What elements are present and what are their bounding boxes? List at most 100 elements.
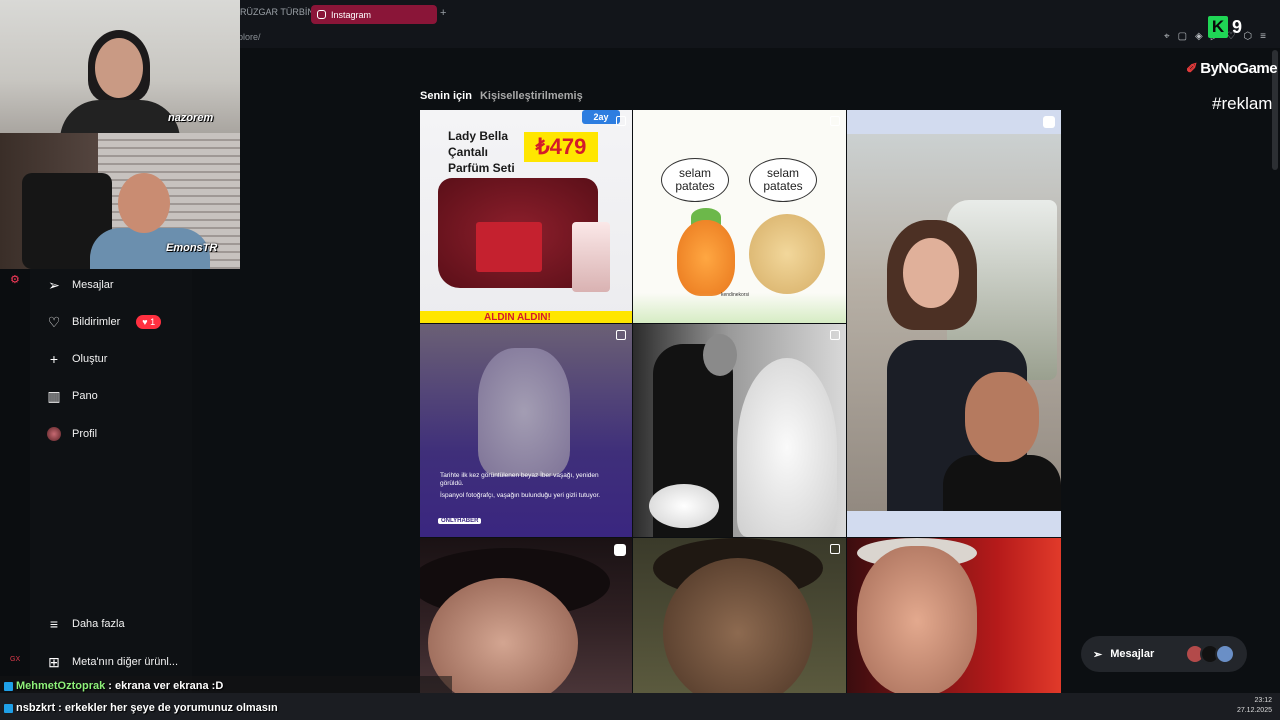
browser-tab-previous[interactable]: RÜZGAR TÜRBİN [240, 7, 314, 17]
settings-gear-icon[interactable]: ⚙ [10, 273, 20, 286]
reel-icon [1043, 116, 1055, 128]
post-tile-wedding[interactable] [633, 324, 846, 537]
sidebar-item-meta[interactable]: ⊞ Meta'nın diğer ürünl... [46, 654, 178, 670]
k-number: 9 [1232, 16, 1243, 37]
webcam-name-label: nazorem [168, 112, 214, 124]
message-avatars [1185, 644, 1235, 664]
webcam-streamer-1: nazorem [0, 0, 240, 133]
webcam-streamer-2: EmonsTR [0, 133, 240, 269]
groom-head [703, 334, 737, 376]
post-caption: Tarihte ilk kez görüntülenen beyaz İber … [440, 472, 610, 500]
face [857, 546, 977, 693]
promo-strip-text: ALDIN ALDIN! [484, 312, 551, 323]
carousel-icon [830, 116, 840, 126]
browser-sidebar-strip [0, 269, 30, 693]
perfume-box [476, 222, 542, 272]
webcam-face [95, 38, 143, 98]
menu-icon[interactable]: ≡ [1260, 31, 1266, 42]
messages-label: Mesajlar [1110, 648, 1155, 660]
perfume-bottle [572, 222, 610, 292]
webcam-name-label: EmonsTR [166, 242, 218, 254]
kick-icon [4, 703, 13, 713]
carousel-icon [830, 544, 840, 554]
kick-icon [4, 681, 13, 691]
apps-icon: ⊞ [48, 653, 60, 670]
sidebar-item-profile[interactable]: Profil [46, 426, 97, 442]
sidebar-item-label: Mesajlar [72, 279, 114, 291]
ad-hashtag: #reklam [1212, 94, 1273, 113]
instagram-sidebar: ➢ Mesajlar ♡ Bildirimler ♥ 1 + Oluştur ▥… [30, 269, 192, 693]
sidebar-item-label: Daha fazla [72, 618, 125, 630]
instagram-icon [317, 10, 326, 19]
sidebar-item-notifications[interactable]: ♡ Bildirimler ♥ 1 [46, 313, 162, 330]
post-tile-car-video[interactable] [847, 110, 1061, 537]
webcam-face [118, 173, 170, 233]
artist-signature: kendinekorsi [721, 292, 750, 298]
new-tab-button[interactable]: + [440, 7, 446, 19]
bynogame-logo-icon: ✐ [1186, 60, 1198, 76]
promo-tag: 2ay [582, 110, 620, 124]
chat-username: MehmetOztoprak [16, 680, 106, 692]
chat-username: nsbzkrt [16, 702, 56, 714]
shield-icon[interactable]: ◈ [1195, 31, 1203, 42]
messages-button[interactable]: ➢ Mesajlar [1081, 636, 1247, 672]
date: 27.12.2025 [1236, 707, 1272, 714]
sponsor-logo: ✐ ByNoGame [1186, 60, 1278, 77]
bouquet [649, 484, 719, 528]
brand-name: ByNoGame [1200, 60, 1278, 77]
man-face [965, 372, 1039, 462]
avatar [47, 427, 61, 441]
video-top-strip [847, 110, 1061, 134]
post-tile-lynx[interactable]: Tarihte ilk kez görüntülenen beyaz İber … [420, 324, 632, 537]
news-source-logo: ONLYHABER [438, 518, 482, 524]
gx-badge: GX [10, 656, 21, 663]
browser-tab-instagram[interactable]: Instagram [311, 5, 437, 24]
carousel-icon [830, 330, 840, 340]
chat-text: ekrana ver ekrana :D [115, 680, 224, 692]
sidebar-item-label: Meta'nın diğer ürünl... [72, 656, 179, 668]
carousel-icon [616, 116, 626, 126]
lynx-image [478, 348, 570, 476]
explore-tabs: Senin için Kişiselleştirilmemiş [420, 90, 583, 102]
video-bottom-strip [847, 511, 1061, 537]
dashboard-icon: ▥ [47, 387, 61, 404]
carrot-character [677, 220, 735, 296]
webcam-body [60, 100, 180, 133]
avatar [1215, 644, 1235, 664]
carousel-icon [616, 330, 626, 340]
notification-badge: ♥ 1 [136, 315, 162, 329]
post-tile-boy[interactable] [633, 538, 846, 693]
sidebar-item-label: Profil [72, 428, 98, 440]
sidebar-item-create[interactable]: + Oluştur [46, 351, 108, 367]
hamburger-icon: ≡ [49, 616, 59, 632]
woman-face [903, 238, 959, 308]
post-price: ₺479 [524, 132, 598, 162]
post-tile-makeup[interactable] [420, 538, 632, 693]
sidebar-item-label: Bildirimler [72, 316, 121, 328]
tab-non-personalized[interactable]: Kişiselleştirilmemiş [480, 90, 583, 102]
send-icon: ➢ [48, 276, 60, 293]
sidebar-item-more[interactable]: ≡ Daha fazla [46, 616, 125, 632]
explore-grid: 2ay Lady Bella Çantalı Parfüm Seti ₺479 … [420, 110, 1061, 693]
post-tile-perfume-ad[interactable]: 2ay Lady Bella Çantalı Parfüm Seti ₺479 … [420, 110, 632, 323]
channel-logo: K 9 [1208, 14, 1254, 40]
tab-label: Instagram [331, 9, 372, 20]
sidebar-item-label: Pano [72, 390, 98, 402]
speech-bubble-left: selam patates [661, 158, 729, 202]
bride [737, 358, 837, 537]
sidebar-item-label: Oluştur [72, 353, 108, 365]
heart-icon: ♡ [47, 313, 61, 330]
chat-text: erkekler her şeye de yorumunuz olmasın [64, 702, 278, 714]
post-tile-carrot-potato[interactable]: selam patates selam patates kendinekorsi [633, 110, 846, 323]
post-tile-man-crowd[interactable] [847, 538, 1061, 693]
tab-for-you[interactable]: Senin için [420, 90, 472, 102]
post-caption-line-2: İspanyol fotoğrafçı, vaşağın bulunduğu y… [440, 492, 601, 499]
url-text[interactable]: plore/ [238, 32, 261, 42]
sidebar-item-messages[interactable]: ➢ Mesajlar [46, 276, 114, 293]
pin-icon[interactable]: ⌖ [1164, 31, 1170, 42]
sidebar-item-dashboard[interactable]: ▥ Pano [46, 387, 98, 404]
speech-bubble-right: selam patates [749, 158, 817, 202]
chat-message: nsbzkrt : erkekler her şeye de yorumunuz… [4, 702, 278, 714]
screenshot-icon[interactable]: ▢ [1178, 31, 1187, 42]
profile-avatar [46, 426, 62, 442]
